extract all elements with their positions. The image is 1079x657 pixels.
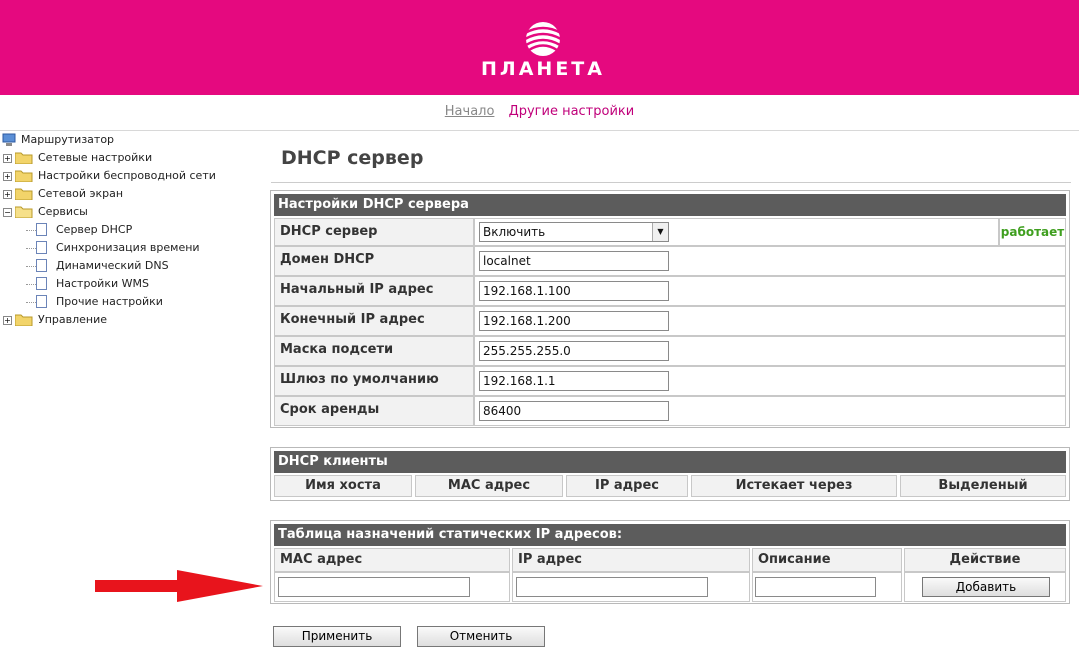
- column-header: MAC адрес: [274, 548, 510, 572]
- column-header: Действие: [904, 548, 1066, 572]
- folder-icon: [15, 152, 33, 164]
- panel-title: DHCP клиенты: [274, 451, 1066, 473]
- label-dhcp-server: DHCP сервер: [274, 218, 474, 246]
- document-icon: [36, 223, 47, 236]
- expand-plus-icon[interactable]: +: [3, 172, 12, 181]
- dhcp-clients-panel: DHCP клиенты Имя хоста MAC адрес IP адре…: [270, 447, 1070, 501]
- cancel-button[interactable]: Отменить: [417, 626, 545, 647]
- divider: [271, 182, 1071, 183]
- page-title: DHCP сервер: [281, 147, 424, 169]
- expand-plus-icon[interactable]: +: [3, 190, 12, 199]
- action-cell: Добавить: [904, 572, 1066, 602]
- tree-item-label: Настройки WMS: [56, 277, 149, 290]
- dhcp-server-select[interactable]: Включить ▼: [479, 222, 669, 242]
- document-icon: [36, 277, 47, 290]
- end-ip-input[interactable]: 192.168.1.200: [479, 311, 669, 331]
- static-mac-input[interactable]: [278, 577, 470, 597]
- static-ip-panel: Таблица назначений статических IP адресо…: [270, 520, 1070, 604]
- status-cell: работает: [999, 218, 1066, 246]
- label-default-gateway: Шлюз по умолчанию: [274, 366, 474, 396]
- value-cell: 86400: [474, 396, 1066, 426]
- column-header: Описание: [752, 548, 902, 572]
- tree-item-label: Сервисы: [38, 205, 88, 218]
- expand-plus-icon[interactable]: +: [3, 316, 12, 325]
- divider: [0, 130, 1079, 131]
- value-cell: 192.168.1.200: [474, 306, 1066, 336]
- lease-time-input[interactable]: 86400: [479, 401, 669, 421]
- red-arrow-annotation: [95, 570, 263, 602]
- description-cell: [752, 572, 902, 602]
- value-cell: 192.168.1.100: [474, 276, 1066, 306]
- document-icon: [36, 295, 47, 308]
- static-description-input[interactable]: [755, 577, 876, 597]
- column-header: IP адрес: [566, 475, 688, 497]
- expand-plus-icon[interactable]: +: [3, 154, 12, 163]
- header-banner: ПЛАНЕТА: [0, 0, 1079, 95]
- top-nav: Начало Другие настройки: [0, 104, 1079, 119]
- planet-globe-icon: [524, 22, 562, 56]
- apply-button[interactable]: Применить: [273, 626, 401, 647]
- nav-other-settings-link[interactable]: Другие настройки: [509, 104, 635, 119]
- label-start-ip: Начальный IP адрес: [274, 276, 474, 306]
- panel-title: Настройки DHCP сервера: [274, 194, 1066, 216]
- value-cell: 255.255.255.0: [474, 336, 1066, 366]
- static-ip-input[interactable]: [516, 577, 708, 597]
- tree-item-label: Сетевой экран: [38, 187, 124, 200]
- subnet-mask-input[interactable]: 255.255.255.0: [479, 341, 669, 361]
- label-dhcp-domain: Домен DHCP: [274, 246, 474, 276]
- label-subnet-mask: Маска подсети: [274, 336, 474, 366]
- tree-item-label: Динамический DNS: [56, 259, 169, 272]
- label-end-ip: Конечный IP адрес: [274, 306, 474, 336]
- column-header: Истекает через: [691, 475, 897, 497]
- brand-name: ПЛАНЕТА: [481, 58, 605, 80]
- ip-cell: [512, 572, 750, 602]
- collapse-minus-icon[interactable]: −: [3, 208, 12, 217]
- add-button[interactable]: Добавить: [922, 577, 1050, 597]
- column-header: MAC адрес: [415, 475, 563, 497]
- dhcp-server-cell: Включить ▼: [474, 218, 999, 246]
- tree-item-label: Настройки беспроводной сети: [38, 169, 216, 182]
- tree-item-label: Управление: [38, 313, 108, 326]
- tree-item-label: Сервер DHCP: [56, 223, 133, 236]
- tree-item-label: Синхронизация времени: [56, 241, 200, 254]
- folder-icon: [15, 188, 33, 200]
- mac-cell: [274, 572, 510, 602]
- tree-root-label: Маршрутизатор: [21, 133, 115, 146]
- document-icon: [36, 241, 47, 254]
- column-header: Выделеный: [900, 475, 1066, 497]
- folder-icon: [15, 314, 33, 326]
- nav-home-link[interactable]: Начало: [445, 104, 495, 119]
- tree-item-label: Сетевые настройки: [38, 151, 153, 164]
- brand-logo: ПЛАНЕТА: [463, 14, 623, 84]
- dhcp-server-select-value: Включить: [483, 225, 546, 239]
- panel-title: Таблица назначений статических IP адресо…: [274, 524, 1066, 546]
- tree-item-label: Прочие настройки: [56, 295, 163, 308]
- computer-icon: [2, 133, 16, 146]
- open-folder-icon: [15, 206, 33, 218]
- dhcp-domain-input[interactable]: localnet: [479, 251, 669, 271]
- start-ip-input[interactable]: 192.168.1.100: [479, 281, 669, 301]
- value-cell: 192.168.1.1: [474, 366, 1066, 396]
- column-header: IP адрес: [512, 548, 750, 572]
- document-icon: [36, 259, 47, 272]
- chevron-down-icon[interactable]: ▼: [652, 223, 668, 241]
- folder-icon: [15, 170, 33, 182]
- server-status: работает: [1000, 225, 1065, 239]
- column-header: Имя хоста: [274, 475, 412, 497]
- value-cell: localnet: [474, 246, 1066, 276]
- label-lease-time: Срок аренды: [274, 396, 474, 426]
- dhcp-settings-panel: Настройки DHCP сервера DHCP сервер Включ…: [270, 190, 1070, 428]
- default-gateway-input[interactable]: 192.168.1.1: [479, 371, 669, 391]
